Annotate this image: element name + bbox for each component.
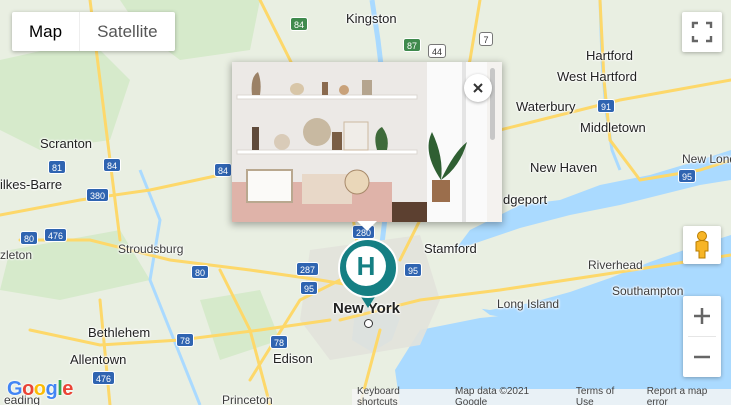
- place-label-allentown: Allentown: [70, 352, 127, 367]
- close-icon: [473, 83, 483, 93]
- road-shield: 91: [597, 99, 616, 113]
- keyboard-shortcuts-link[interactable]: Keyboard shortcuts: [357, 386, 443, 405]
- map-canvas[interactable]: Kingston Hartford West Hartford Waterbur…: [0, 0, 731, 405]
- place-label-stamford: Stamford: [424, 241, 477, 256]
- logo-letter: o: [33, 378, 46, 400]
- info-window[interactable]: [232, 62, 502, 222]
- place-label-kingston: Kingston: [346, 11, 397, 26]
- place-label-stroudsburg: Stroudsburg: [118, 242, 184, 256]
- place-label-waterbury: Waterbury: [516, 99, 576, 114]
- pegman-icon: [695, 231, 709, 259]
- terms-of-use-link[interactable]: Terms of Use: [576, 386, 635, 405]
- place-label-new-haven: New Haven: [530, 160, 598, 175]
- place-label-bethlehem: Bethlehem: [88, 325, 151, 340]
- map-data-attribution: Map data ©2021 Google: [455, 386, 530, 405]
- google-logo: Google: [7, 378, 73, 401]
- road-shield: 80: [191, 265, 210, 279]
- info-window-photo: [232, 62, 502, 222]
- report-map-error-link[interactable]: Report a map error: [647, 386, 731, 405]
- fullscreen-icon: [691, 21, 713, 43]
- minus-icon: [694, 355, 710, 359]
- logo-letter: e: [62, 378, 73, 400]
- road-shield: 380: [86, 188, 110, 202]
- road-shield: 84: [103, 158, 122, 172]
- zoom-control: [683, 296, 721, 377]
- road-shield: 80: [20, 231, 39, 245]
- plus-icon: [694, 308, 710, 324]
- road-shield: 95: [404, 263, 423, 277]
- place-label-princeton: Princeton: [222, 393, 273, 405]
- map-footer: Keyboard shortcuts Map data ©2021 Google…: [352, 386, 731, 405]
- road-shield: 287: [296, 262, 320, 276]
- place-label-scranton: Scranton: [40, 136, 93, 151]
- road-shield: 476: [92, 371, 116, 385]
- logo-letter: o: [22, 378, 34, 400]
- logo-letter: g: [45, 378, 58, 400]
- logo-letter: G: [7, 378, 23, 400]
- map-type-map-button[interactable]: Map: [12, 12, 79, 51]
- road-shield: 78: [176, 333, 195, 347]
- place-label-long-island: Long Island: [497, 297, 560, 311]
- road-shield: 44: [428, 44, 447, 58]
- road-shield: 84: [214, 163, 233, 177]
- place-label-middletown: Middletown: [580, 120, 646, 135]
- road-shield: 84: [290, 17, 309, 31]
- place-label-southampton: Southampton: [612, 284, 684, 298]
- place-label-new-london: New Lond: [682, 152, 731, 166]
- zoom-out-button[interactable]: [683, 337, 721, 377]
- map-type-satellite-button[interactable]: Satellite: [79, 12, 174, 51]
- marker-letter: H: [346, 246, 386, 286]
- road-shield: 81: [48, 160, 67, 174]
- place-label-bridgeport: dgeport: [503, 192, 548, 207]
- zoom-in-button[interactable]: [683, 296, 721, 336]
- road-shield: 78: [270, 335, 289, 349]
- info-window-scrollbar[interactable]: [490, 68, 495, 140]
- road-shield: 95: [678, 169, 697, 183]
- place-label-west-hartford: West Hartford: [557, 69, 637, 84]
- road-shield: 95: [300, 281, 319, 295]
- road-shield: 7: [479, 32, 493, 46]
- place-label-riverhead: Riverhead: [588, 258, 643, 272]
- road-shield: 476: [44, 228, 68, 242]
- map-type-control: Map Satellite: [12, 12, 175, 51]
- info-window-close-button[interactable]: [464, 74, 492, 102]
- new-york-city-dot: [364, 319, 373, 328]
- road-shield: 87: [403, 38, 422, 52]
- place-label-edison: Edison: [273, 351, 313, 366]
- place-label-wilkes-barre: ilkes-Barre: [0, 177, 63, 192]
- fullscreen-button[interactable]: [682, 12, 722, 52]
- place-label-hartford: Hartford: [586, 48, 633, 63]
- place-label-hazleton: zleton: [0, 248, 33, 262]
- hotel-marker[interactable]: H: [338, 238, 398, 310]
- street-view-pegman-button[interactable]: [683, 226, 721, 264]
- info-window-tail: [357, 221, 377, 231]
